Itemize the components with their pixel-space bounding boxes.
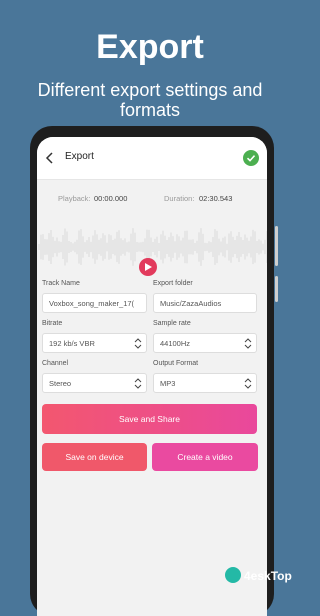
track-name-label: Track Name xyxy=(42,280,80,287)
promo-headline: Export xyxy=(96,28,204,66)
bitrate-label: Bitrate xyxy=(42,320,63,327)
export-folder-label: Export folder xyxy=(153,280,193,287)
page-title: Export xyxy=(65,151,94,162)
watermark-text: 4eskTop xyxy=(244,569,292,583)
export-screen: Export Playback: 00:00.000 Duration: 02:… xyxy=(37,137,267,616)
bitrate-value: 192 kb/s VBR xyxy=(49,339,95,348)
channel-select[interactable]: Stereo xyxy=(42,373,147,393)
stepper-icon xyxy=(244,378,252,389)
playback-label: Playback: xyxy=(58,194,91,203)
sample-rate-select[interactable]: 44100Hz xyxy=(153,333,257,353)
sample-rate-label: Sample rate xyxy=(153,320,191,327)
duration-label: Duration: xyxy=(164,194,195,203)
promo-subline: Different export settings and formats xyxy=(37,80,263,120)
track-name-input[interactable]: Voxbox_song_maker_17( xyxy=(42,293,147,313)
duration-time: 02:30.543 xyxy=(199,194,233,203)
output-format-value: MP3 xyxy=(160,379,176,388)
export-folder-field[interactable]: Music/ZazaAudios xyxy=(153,293,257,313)
play-icon xyxy=(145,263,152,271)
track-name-value: Voxbox_song_maker_17( xyxy=(49,299,135,308)
create-video-button[interactable]: Create a video xyxy=(152,443,258,471)
sample-rate-value: 44100Hz xyxy=(160,339,191,348)
phone-frame: Export Playback: 00:00.000 Duration: 02:… xyxy=(30,126,278,616)
save-and-share-button[interactable]: Save and Share xyxy=(42,404,257,434)
save-on-device-button[interactable]: Save on device xyxy=(42,443,147,471)
stepper-icon xyxy=(244,338,252,349)
output-format-select[interactable]: MP3 xyxy=(153,373,257,393)
back-arrow-icon[interactable] xyxy=(43,149,57,167)
volume-button xyxy=(275,226,278,266)
power-button xyxy=(275,276,278,302)
confirm-check-icon[interactable] xyxy=(243,150,259,166)
channel-value: Stereo xyxy=(49,379,72,388)
watermark-logo-icon xyxy=(225,567,241,583)
play-button[interactable] xyxy=(139,258,157,276)
stepper-icon xyxy=(134,338,142,349)
channel-label: Channel xyxy=(42,360,69,367)
playback-time: 00:00.000 xyxy=(94,194,128,203)
bitrate-select[interactable]: 192 kb/s VBR xyxy=(42,333,147,353)
export-folder-value: Music/ZazaAudios xyxy=(160,299,222,308)
output-format-label: Output Format xyxy=(153,360,199,367)
app-bar: Export xyxy=(37,137,267,180)
stepper-icon xyxy=(134,378,142,389)
